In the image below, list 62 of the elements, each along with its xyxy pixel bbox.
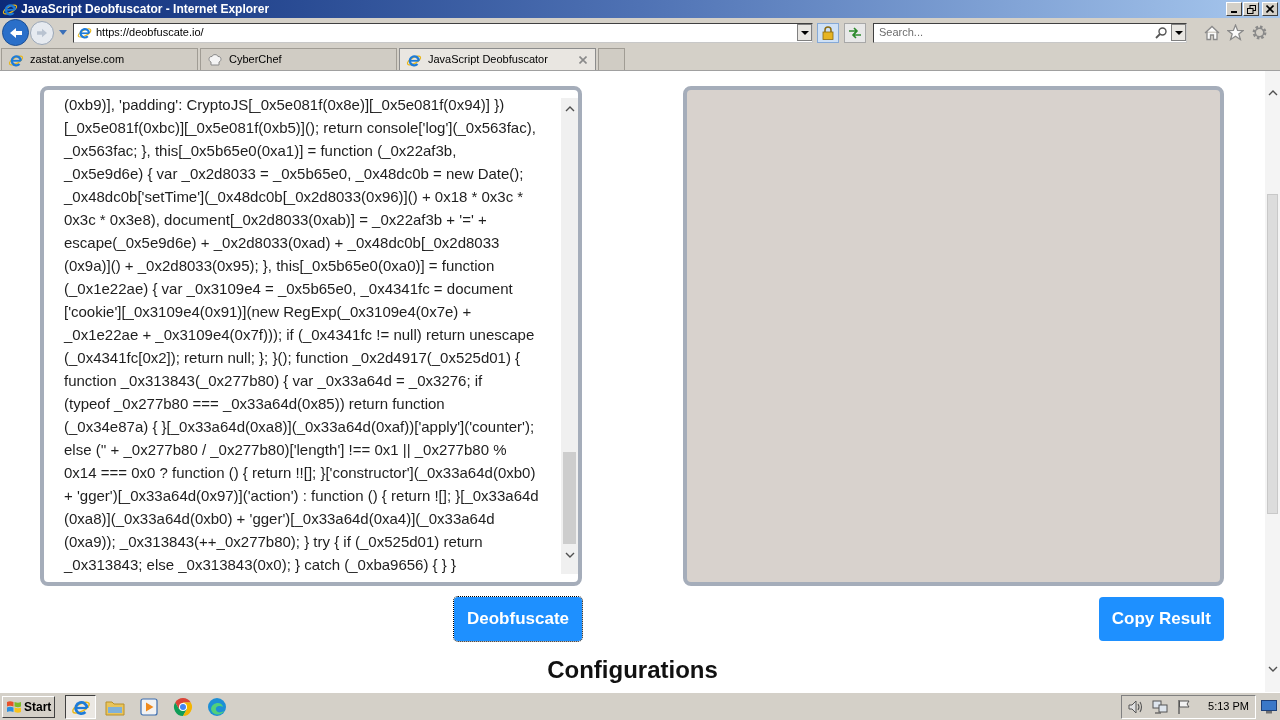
browser-logo-icon — [2, 1, 18, 17]
caret-down-icon — [1174, 30, 1183, 35]
search-icon[interactable] — [1155, 26, 1167, 39]
scrollbar[interactable] — [561, 98, 578, 574]
caret-down-icon — [800, 30, 809, 35]
desktop-icon — [1261, 699, 1277, 714]
scrollbar-thumb[interactable] — [563, 452, 576, 544]
address-field[interactable]: https://deobfuscate.io/ — [73, 22, 813, 43]
section-heading: Configurations — [547, 655, 718, 685]
restore-icon — [1246, 4, 1256, 14]
arrow-right-icon — [36, 27, 48, 38]
url-text: https://deobfuscate.io/ — [96, 25, 204, 41]
close-icon — [1266, 5, 1274, 13]
star-icon[interactable] — [1227, 24, 1244, 41]
caret-down-icon[interactable] — [59, 30, 67, 35]
settings-icon[interactable] — [1251, 24, 1268, 41]
browser-tab[interactable]: zastat.anyelse.com — [1, 48, 198, 70]
tab-label: CyberChef — [229, 52, 282, 68]
scrollbar-thumb[interactable] — [1267, 194, 1278, 514]
home-icon[interactable] — [1204, 24, 1220, 41]
address-dropdown-button[interactable] — [797, 24, 812, 41]
tab-label: zastat.anyelse.com — [30, 52, 125, 68]
restore-button[interactable] — [1243, 2, 1259, 16]
browser-tab[interactable]: JavaScript Deobfuscator — [399, 48, 596, 70]
scrollbar[interactable] — [1265, 71, 1280, 692]
refresh-button[interactable] — [844, 22, 866, 43]
chevron-down-icon — [564, 552, 575, 558]
close-icon[interactable] — [579, 55, 587, 64]
search-dropdown-button[interactable] — [1171, 24, 1186, 41]
minimize-icon — [1231, 11, 1237, 13]
browser-logo-icon — [77, 25, 92, 40]
minimize-button[interactable] — [1226, 2, 1242, 16]
wave-logo-icon — [206, 696, 227, 717]
code-input-field[interactable] — [40, 86, 582, 586]
search-field[interactable]: Search... — [873, 22, 1187, 43]
network-icon[interactable] — [1152, 698, 1169, 715]
lock-button[interactable] — [817, 22, 839, 43]
refresh-arrows-icon — [848, 26, 862, 39]
chevron-up-icon — [564, 106, 575, 112]
show-desktop-button[interactable] — [1260, 697, 1278, 716]
chef-hat-icon — [207, 51, 223, 68]
search-placeholder: Search... — [879, 25, 924, 41]
start-button[interactable]: Start — [2, 695, 56, 718]
tab-label: JavaScript Deobfuscator — [428, 52, 548, 68]
close-button[interactable] — [1262, 2, 1278, 16]
arrow-left-icon — [8, 26, 23, 39]
code-text: (0xb9)], 'padding': CryptoJS[_0x5e081f(0x8e)][_0x5e081f(0x94)] }) [_0x5e081f(0xbc)][_0x5e081f(0xb5)](); return console['log'](_0x563fac), _0x563fac; }, this[_0x5b65e0(0xa1)] = function (_0x22af3b, _0x5e9d6e) { var _0x2d8033 = _0x5b65e0, _0x48dc0b = new Date(); _0x48dc0b['setTime'](_0x48dc0b[_0x2d8033(0x96)]() + 0x18 * 0x3c * 0x3c * 0x3e8), document[_0x2d8033(0xab)] = _0x22af3b + '=' + escape(_0x5e9d6e) + _0x2d8033(0xad) + _0x48dc0b[_0x2d8033 (0x9a)]() + _0x2d8033(0x95); }, this[_0x5b65e0(0xa0)] = function (_0x1e22ae) { var _0x3109e4 = _0x5b65e0, _0x4341fc = document ['cookie'][_0x3109e4(0x91)](new RegExp(_0x3109e4(0x7e) + _0x1e22ae + _0x3109e4(0x7f))); if (_0x4341fc != null) return unescape (_0x4341fc[0x2]); return null; }; }(); function _0x2d4917(_0x525d01) { function _0x313843(_0x277b80) { var _0x33a64d = _0x3276; if (typeof _0x277b80 === _0x33a64d(0x85)) return function (_0x34e87a) { }[_0x33a64d(0xa8)](_0x33a64d(0xaf))['apply']('counter'); else ('' + _0x277b80 / _0x277b80)['length'] !== 0x1 || _0x277b80 % 0x14 === 0x0 ? function () { return !![]; }['constructor'](_0x33a64d(0xb0) + 'gger')[_0x33a64d(0x97)]('action') : function () { return ![]; }[_0x33a64d (0xa8)](_0x33a64d(0xb0) + 'gger')[_0x33a64d(0xa4)](_0x33a64d (0xa9)); _0x313843(++_0x277b80); } try { if (_0x525d01) return _0x313843; else _0x313843(0x0); } catch (_0xba9656) { } } — [62, 95, 540, 575]
back-button[interactable] — [2, 19, 29, 46]
circle-logo-icon — [172, 696, 193, 717]
clock: 5:13 PM — [1208, 699, 1249, 715]
window-title: JavaScript Deobfuscator - Internet Explorer — [21, 3, 270, 15]
flag-icon[interactable] — [1176, 698, 1193, 715]
play-icon — [139, 697, 158, 716]
browser-tab[interactable]: CyberChef — [200, 48, 397, 70]
padlock-icon — [822, 25, 834, 40]
chevron-up-icon — [1267, 90, 1278, 96]
output-field[interactable] — [683, 86, 1224, 586]
new-tab-button[interactable] — [598, 48, 625, 70]
chevron-down-icon — [1267, 666, 1278, 672]
flag-logo-icon — [6, 698, 22, 715]
speaker-icon[interactable] — [1128, 698, 1145, 715]
taskbar-button[interactable] — [65, 694, 97, 719]
